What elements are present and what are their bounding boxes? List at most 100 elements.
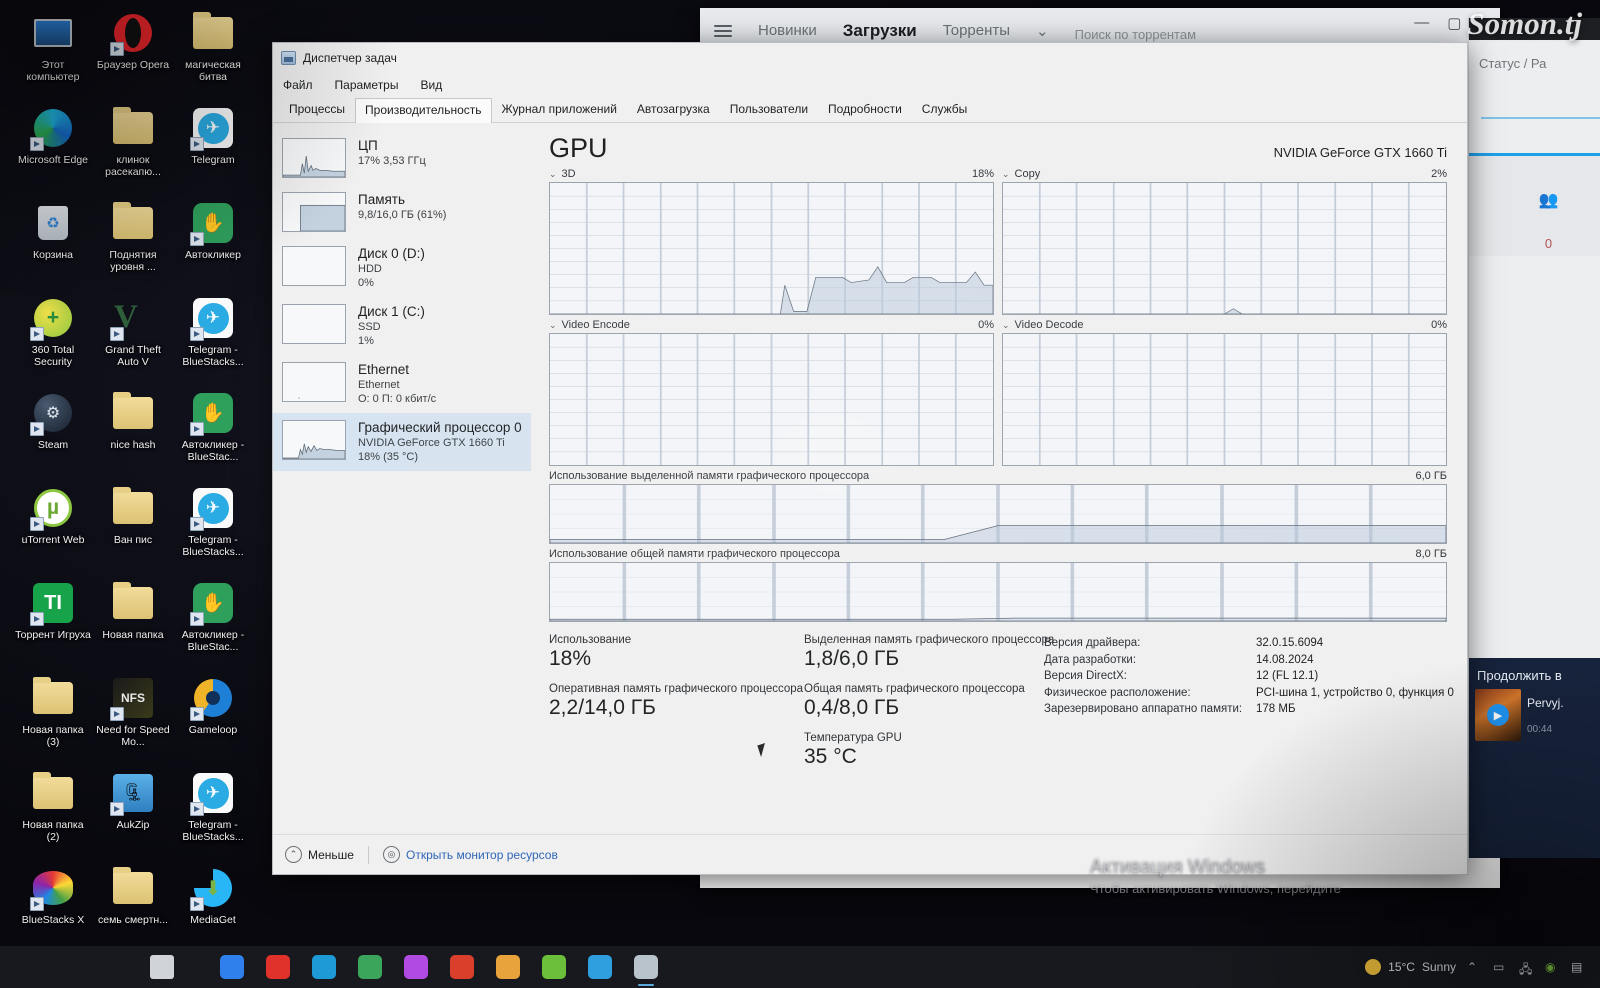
desktop-icon[interactable]: +360 Total Security xyxy=(14,291,92,386)
desktop-icon[interactable]: NFS Need for Speed Mo... xyxy=(94,671,172,766)
desktop-icon[interactable]: ✈ Telegram - BlueStacks... xyxy=(174,481,252,576)
desktop-icon[interactable]: ✋ Автокликер - BlueStac... xyxy=(174,386,252,481)
title-bar[interactable]: Диспетчер задач xyxy=(273,43,1467,73)
tab-5[interactable]: Пользователи xyxy=(720,97,818,122)
tab-7[interactable]: Службы xyxy=(912,97,977,122)
taskbar-utorrent-icon[interactable] xyxy=(542,955,566,979)
resource-sub1: Ethernet xyxy=(358,379,400,391)
desktop-icon[interactable]: ✈ Telegram - BlueStacks... xyxy=(174,291,252,386)
task-manager-window[interactable]: Диспетчер задач Файл Параметры Вид Проце… xyxy=(272,42,1468,875)
desktop-icon[interactable]: ✈ Telegram - BlueStacks... xyxy=(174,766,252,861)
taskbar-apps xyxy=(180,955,1365,986)
volume-icon[interactable]: ◉ xyxy=(1545,960,1560,975)
menu-options[interactable]: Параметры xyxy=(335,78,399,92)
desktop-icon[interactable]: nice hash xyxy=(94,386,172,481)
info-row: Версия DirectX: 12 (FL 12.1) xyxy=(1044,668,1454,685)
desktop-icon[interactable]: Microsoft Edge xyxy=(14,101,92,196)
activation-subtitle: Чтобы активировать Windows, перейдите xyxy=(1090,881,1341,896)
desktop-icon[interactable]: ⬇ MediaGet xyxy=(174,861,252,956)
graph-label-3d[interactable]: 3D xyxy=(562,168,576,180)
maximize-icon[interactable]: ▢ xyxy=(1447,14,1461,32)
info-key: Физическое расположение: xyxy=(1044,686,1191,699)
taskbar-search-icon[interactable] xyxy=(150,955,174,979)
desktop-icon[interactable]: магическая битва xyxy=(174,6,252,101)
desktop-icon[interactable]: 🗜 AukZip xyxy=(94,766,172,861)
desktop-icon[interactable]: Этот компьютер xyxy=(14,6,92,101)
tab-2[interactable]: Производительность xyxy=(355,98,492,123)
play-icon[interactable]: ▶ xyxy=(1487,704,1509,726)
taskbar-yandex-icon[interactable] xyxy=(450,955,474,979)
desktop-icon[interactable]: ✈ Telegram xyxy=(174,101,252,196)
chevron-down-icon[interactable]: ⌄ xyxy=(1002,320,1010,331)
desktop-icon[interactable]: семь смертн... xyxy=(94,861,172,956)
graph-label-video-decode[interactable]: Video Decode xyxy=(1015,319,1084,331)
network-icon[interactable]: 🖧 xyxy=(1519,960,1534,976)
graph-label-video-encode[interactable]: Video Encode xyxy=(562,319,630,331)
desktop-icon[interactable]: Новая папка (3) xyxy=(14,671,92,766)
sidebar-item-6[interactable]: Графический процессор 0 NVIDIA GeForce GT… xyxy=(273,413,531,471)
desktop-icon[interactable]: Новая папка xyxy=(94,576,172,671)
nav-zagruzki[interactable]: Загрузки xyxy=(843,21,917,41)
continue-watching-panel[interactable]: Продолжить в ▶ Pervyj. 00:44 xyxy=(1469,658,1600,858)
sidebar-item-1[interactable]: ЦП 17% 3,53 ГГц xyxy=(273,131,531,185)
desktop-icon[interactable]: µ uTorrent Web xyxy=(14,481,92,576)
open-resource-monitor-button[interactable]: ◎ Открыть монитор ресурсов xyxy=(382,846,558,863)
resource-sidebar[interactable]: ЦП 17% 3,53 ГГц Память 9,8/16,0 ГБ (61%) Дис… xyxy=(273,123,531,834)
desktop-icon[interactable]: ✋ Автокликер - BlueStac... xyxy=(174,576,252,671)
desktop-icon[interactable]: TI Торрент Игруха xyxy=(14,576,92,671)
fewer-details-button[interactable]: ⌃ Меньше xyxy=(285,846,354,863)
taskbar[interactable]: 15°C Sunny ⌃ ▭ 🖧 ◉ ▤ xyxy=(0,946,1600,988)
nav-torrenty[interactable]: Торренты xyxy=(943,22,1010,39)
taskbar-autoclicker-icon[interactable] xyxy=(358,955,382,979)
desktop-icon[interactable]: V Grand Theft Auto V xyxy=(94,291,172,386)
taskbar-media-icon[interactable] xyxy=(404,955,428,979)
sidebar-item-2[interactable]: Память 9,8/16,0 ГБ (61%) xyxy=(273,185,531,239)
show-hidden-icons-icon[interactable]: ⌃ xyxy=(1467,960,1482,975)
notification-center-icon[interactable]: ▤ xyxy=(1571,960,1586,975)
taskbar-game-icon[interactable] xyxy=(496,955,520,979)
desktop-icon[interactable]: клинок расекапю... xyxy=(94,101,172,196)
fewer-details-label: Меньше xyxy=(308,847,354,862)
desktop-icon[interactable]: Поднятия уровня ... xyxy=(94,196,172,291)
graph-label-copy[interactable]: Copy xyxy=(1015,168,1041,180)
battery-icon[interactable]: ▭ xyxy=(1493,960,1508,975)
hamburger-menu-icon[interactable] xyxy=(714,22,732,40)
tab-6[interactable]: Подробности xyxy=(818,97,912,122)
tab-4[interactable]: Автозагрузка xyxy=(627,97,720,122)
background-right-panel[interactable]: Статус / Ра 👥 0 Продолжить в ▶ Pervyj. 0… xyxy=(1468,18,1600,858)
resource-text: Диск 1 (C:) SSD 1% xyxy=(358,304,425,348)
desktop-icon[interactable]: ⚙ Steam xyxy=(14,386,92,481)
taskbar-opera-icon[interactable] xyxy=(266,955,290,979)
chevron-down-icon[interactable]: ⌄ xyxy=(549,320,557,331)
desktop-icon[interactable]: Новая папка (2) xyxy=(14,766,92,861)
chevron-down-icon[interactable]: ⌄ xyxy=(1002,169,1010,180)
desktop-icon[interactable]: BlueStacks X xyxy=(14,861,92,956)
desktop-icon[interactable]: ♻ Корзина xyxy=(14,196,92,291)
menu-file[interactable]: Файл xyxy=(283,78,313,92)
sidebar-item-3[interactable]: Диск 0 (D:) HDD 0% xyxy=(273,239,531,297)
desktop-icon[interactable]: ✋ Автокликер xyxy=(174,196,252,291)
minimize-icon[interactable]: — xyxy=(1414,14,1429,32)
sidebar-item-4[interactable]: Диск 1 (C:) SSD 1% xyxy=(273,297,531,355)
chevron-down-icon[interactable]: ⌄ xyxy=(549,169,557,180)
taskbar-browser-icon[interactable] xyxy=(588,955,612,979)
chevron-down-icon[interactable]: ⌄ xyxy=(1036,22,1049,40)
desktop-icon[interactable]: Ван пис xyxy=(94,481,172,576)
desktop-icon-label: uTorrent Web xyxy=(21,534,85,546)
nav-novinki[interactable]: Новинки xyxy=(758,22,817,39)
taskbar-telegram-icon[interactable] xyxy=(312,955,336,979)
desktop-icon-label: Telegram - BlueStacks... xyxy=(182,344,244,368)
tab-1[interactable]: Процессы xyxy=(279,97,355,122)
desktop-icon[interactable]: Браузер Opera xyxy=(94,6,172,101)
menu-view[interactable]: Вид xyxy=(420,78,442,92)
taskbar-task-manager-icon[interactable] xyxy=(634,955,658,986)
weather-widget[interactable]: 15°C Sunny xyxy=(1365,959,1456,975)
media-card[interactable]: ▶ Pervyj. 00:44 xyxy=(1469,689,1600,741)
tab-3[interactable]: Журнал приложений xyxy=(492,97,627,122)
taskbar-edge-icon[interactable] xyxy=(220,955,244,979)
sidebar-item-5[interactable]: Ethernet Ethernet О: 0 П: 0 кбит/с xyxy=(273,355,531,413)
folder-icon xyxy=(30,770,76,816)
gpu-header: GPU NVIDIA GeForce GTX 1660 Ti xyxy=(549,133,1447,164)
stat-label-gpu-ram: Оперативная память графического процессо… xyxy=(549,683,804,695)
desktop-icon[interactable]: Gameloop xyxy=(174,671,252,766)
